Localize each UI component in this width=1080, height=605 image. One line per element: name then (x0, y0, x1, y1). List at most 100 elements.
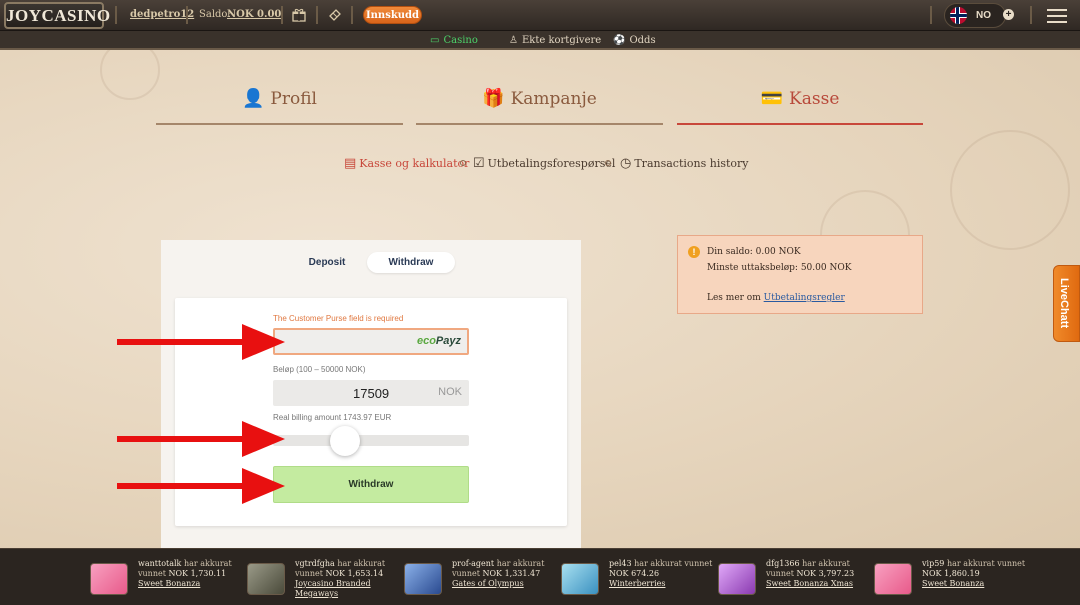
amount-label: Beløp (100 – 50000 NOK) (273, 365, 366, 374)
ecopayz-logo-payz: Payz (435, 335, 461, 347)
game-link[interactable]: Winterberries (609, 579, 665, 588)
recent-winners-bar: wanttotalk har akkurat vunnet NOK 1,730.… (0, 548, 1080, 605)
divider (351, 6, 353, 24)
read-more-line: Les mer om Utbetalingsregler (707, 293, 845, 303)
menu-icon[interactable] (1047, 9, 1067, 23)
ecopayz-logo: ecoPayz (417, 335, 461, 347)
balance-text: Din saldo: 0.00 NOK (707, 247, 801, 257)
game-link[interactable]: Sweet Bonanza Xmas (766, 579, 853, 588)
gift-icon: 🎁 (482, 88, 505, 109)
separator-dot (605, 160, 611, 166)
casino-icon: ▭ (430, 35, 440, 46)
winner-message: har akkurat vunnet (634, 559, 713, 568)
deposit-withdraw-switch: Deposit Withdraw (161, 252, 581, 274)
winner-text: vip59 har akkurat vunnet NOK 1,860.19 Sw… (922, 559, 1032, 589)
game-link[interactable]: Sweet Bonanza (922, 579, 984, 588)
nav-live-dealers[interactable]: ♙ Ekte kortgivere (509, 35, 601, 46)
subtab-transactions-history-label: Transactions history (634, 157, 749, 170)
subtab-withdrawal-request-label: Utbetalingsforespørsel (487, 157, 616, 170)
winner-text: vgtrdfgha har akkurat vunnet NOK 1,653.1… (295, 559, 405, 599)
game-thumbnail[interactable] (404, 563, 442, 595)
winner-text: wanttotalk har akkurat vunnet NOK 1,730.… (138, 559, 248, 589)
plus-icon[interactable]: + (1003, 9, 1014, 20)
deposit-button[interactable]: Innskudd (363, 6, 422, 24)
wallet-icon: 💳 (760, 88, 784, 109)
amount-slider-handle[interactable] (330, 426, 360, 456)
language-code: NO (976, 10, 991, 21)
norway-flag-icon (950, 7, 967, 24)
game-link[interactable]: Gates of Olympus (452, 579, 524, 588)
winner-text: prof-agent har akkurat vunnet NOK 1,331.… (452, 559, 562, 589)
amount-slider-track[interactable] (273, 435, 469, 446)
tab-profil-label: Profil (270, 89, 317, 109)
annotation-arrow (117, 421, 285, 457)
subtab-kasse-kalkulator[interactable]: ▤ Kasse og kalkulator (344, 156, 469, 171)
cash-icon: ▤ (344, 156, 357, 171)
history-icon: ◷ (620, 156, 632, 171)
tab-kampanje[interactable]: 🎁 Kampanje (416, 88, 663, 125)
divider (930, 6, 932, 24)
dealer-icon: ♙ (509, 35, 518, 46)
nav-casino-label: Casino (443, 35, 478, 46)
winner-amount: NOK 1,860.19 (922, 569, 980, 578)
ecopayz-logo-eco: eco (416, 335, 436, 347)
amount-value: 17509 (353, 386, 390, 401)
joycasino-logo[interactable]: JOYCASINO (4, 2, 110, 29)
purse-error-message: The Customer Purse field is required (273, 314, 404, 323)
game-link[interactable]: Sweet Bonanza (138, 579, 200, 588)
nav-odds[interactable]: ⚽ Odds (613, 35, 656, 46)
game-thumbnail[interactable] (874, 563, 912, 595)
tab-kampanje-label: Kampanje (510, 89, 597, 109)
winner-name: dfg1366 (766, 559, 800, 568)
winner-amount: NOK 1,653.14 (325, 569, 384, 578)
billing-amount-label: Real billing amount 1743.97 EUR (273, 413, 392, 422)
language-selector[interactable]: NO (944, 3, 1006, 28)
amount-currency: NOK (438, 386, 462, 398)
saldo-value[interactable]: NOK 0.00 (227, 9, 281, 20)
livechat-button[interactable]: LiveChatt (1053, 265, 1080, 342)
tab-profil[interactable]: 👤 Profil (156, 88, 403, 125)
info-icon: ! (688, 246, 700, 258)
winner-message: har akkurat vunnet (946, 559, 1026, 568)
winner-amount: NOK 1,730.11 (168, 569, 227, 578)
balance-info-box: ! Din saldo: 0.00 NOK Minste uttaksbeløp… (677, 235, 923, 314)
withdraw-button[interactable]: Withdraw (273, 466, 469, 503)
checklist-icon: ☑ (473, 156, 485, 171)
gift-icon[interactable] (292, 8, 306, 26)
winner-text: dfg1366 har akkurat vunnet NOK 3,797.23 … (766, 559, 876, 589)
tab-kasse[interactable]: 💳 Kasse (677, 88, 923, 125)
withdrawal-rules-link[interactable]: Utbetalingsregler (764, 293, 845, 303)
min-withdraw-text: Minste uttaksbeløp: 50.00 NOK (707, 263, 852, 273)
divider (186, 6, 188, 24)
subtab-kasse-kalkulator-label: Kasse og kalkulator (359, 157, 470, 170)
divider (115, 6, 117, 24)
game-thumbnail[interactable] (90, 563, 128, 595)
game-link[interactable]: Joycasino Branded Megaways (295, 579, 371, 598)
username-link[interactable]: dedpetro12 (130, 9, 194, 20)
tab-kasse-label: Kasse (789, 89, 840, 109)
annotation-arrow (117, 468, 285, 504)
game-thumbnail[interactable] (561, 563, 599, 595)
annotation-arrow (117, 324, 285, 360)
livechat-label: LiveChatt (1058, 278, 1070, 329)
amount-input[interactable]: 17509 NOK (273, 380, 469, 406)
user-icon: 👤 (242, 88, 265, 109)
game-thumbnail[interactable] (718, 563, 756, 595)
read-more-prefix: Les mer om (707, 293, 761, 303)
subtab-withdrawal-request[interactable]: ☑ Utbetalingsforespørsel (473, 156, 615, 171)
winner-amount: NOK 674.26 (609, 569, 660, 578)
nav-odds-label: Odds (629, 35, 656, 46)
ball-icon: ⚽ (613, 35, 626, 46)
winner-name: wanttotalk (138, 559, 182, 568)
customer-purse-input[interactable]: ecoPayz (273, 328, 469, 355)
subtab-transactions-history[interactable]: ◷ Transactions history (620, 156, 749, 171)
coupon-icon[interactable] (328, 8, 342, 26)
nav-casino[interactable]: ▭ Casino (430, 35, 478, 46)
divider (316, 6, 318, 24)
game-thumbnail[interactable] (247, 563, 285, 595)
category-nav: ▭ Casino ♙ Ekte kortgivere ⚽ Odds (0, 31, 1080, 50)
nav-live-dealers-label: Ekte kortgivere (521, 35, 602, 46)
winner-text: pel43 har akkurat vunnet NOK 674.26 Wint… (609, 559, 719, 589)
deposit-tab[interactable]: Deposit (291, 252, 363, 273)
withdraw-tab[interactable]: Withdraw (367, 252, 455, 273)
